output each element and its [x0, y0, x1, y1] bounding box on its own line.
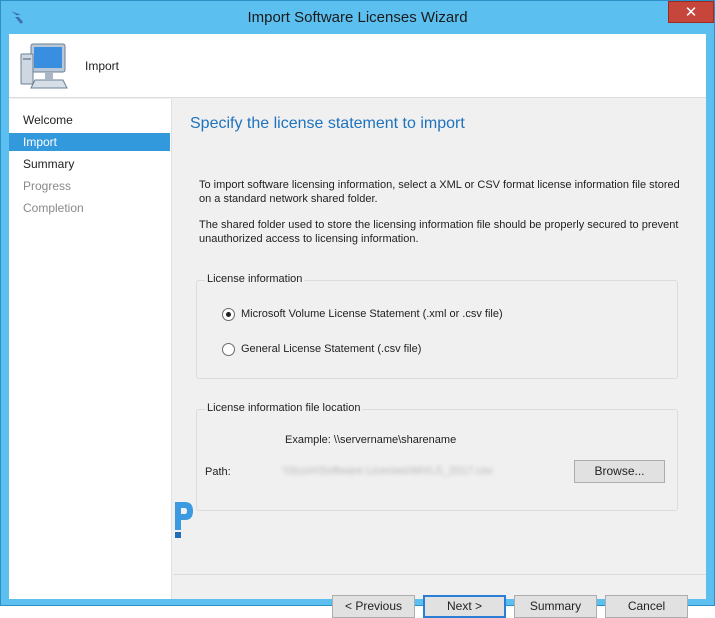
close-button[interactable]: ✕ [668, 1, 714, 23]
nav-step-summary: Summary [23, 157, 75, 171]
computer-icon [20, 43, 68, 89]
path-label: Path: [205, 466, 231, 478]
nav-step-import: Import [9, 133, 170, 151]
footer-divider [173, 574, 706, 575]
cancel-button[interactable]: Cancel [605, 595, 688, 618]
file-location-group: License information file location Exampl… [196, 402, 678, 511]
radio-microsoft-volume-license[interactable] [222, 307, 235, 321]
security-note-text: The shared folder used to store the lice… [199, 219, 679, 245]
option-general-license[interactable]: General License Statement (.csv file) [222, 341, 421, 357]
window-title: Import Software Licenses Wizard [247, 9, 468, 26]
path-input[interactable] [277, 459, 559, 483]
path-example-text: Example: \\servername\sharename [285, 434, 457, 446]
summary-button[interactable]: Summary [514, 595, 597, 618]
page-heading: Specify the license statement to import [190, 115, 465, 132]
wizard-header: Import [9, 34, 706, 98]
file-location-label: License information file location [205, 402, 363, 414]
license-information-group: License information Microsoft Volume Lic… [196, 273, 678, 379]
previous-button[interactable]: < Previous [332, 595, 415, 618]
wizard-client-area: Import Welcome Import Summary Progress C… [9, 34, 706, 618]
nav-step-completion: Completion [23, 201, 84, 215]
next-button[interactable]: Next > [423, 595, 506, 618]
nav-step-progress: Progress [23, 179, 72, 193]
radio-general-license[interactable] [222, 342, 235, 356]
intro-text: To import software licensing information… [199, 179, 680, 205]
nav-step-welcome: Welcome [23, 113, 73, 127]
option-general-license-label[interactable]: General License Statement (.csv file) [241, 343, 421, 355]
watermark-logo-icon [175, 502, 193, 538]
wizard-steps-pane: Welcome Import Summary Progress Completi… [9, 99, 172, 599]
title-bar[interactable]: Import Software Licenses Wizard ✕ [1, 1, 714, 34]
browse-button[interactable]: Browse... [574, 460, 665, 483]
option-microsoft-volume-license-label[interactable]: Microsoft Volume License Statement (.xml… [241, 308, 503, 320]
license-information-label: License information [205, 273, 305, 285]
wizard-window: Import Software Licenses Wizard ✕ Import… [0, 0, 715, 618]
option-microsoft-volume-license[interactable]: Microsoft Volume License Statement (.xml… [222, 306, 503, 322]
header-title: Import [85, 59, 120, 73]
wizard-content: Specify the license statement to import … [173, 99, 706, 618]
